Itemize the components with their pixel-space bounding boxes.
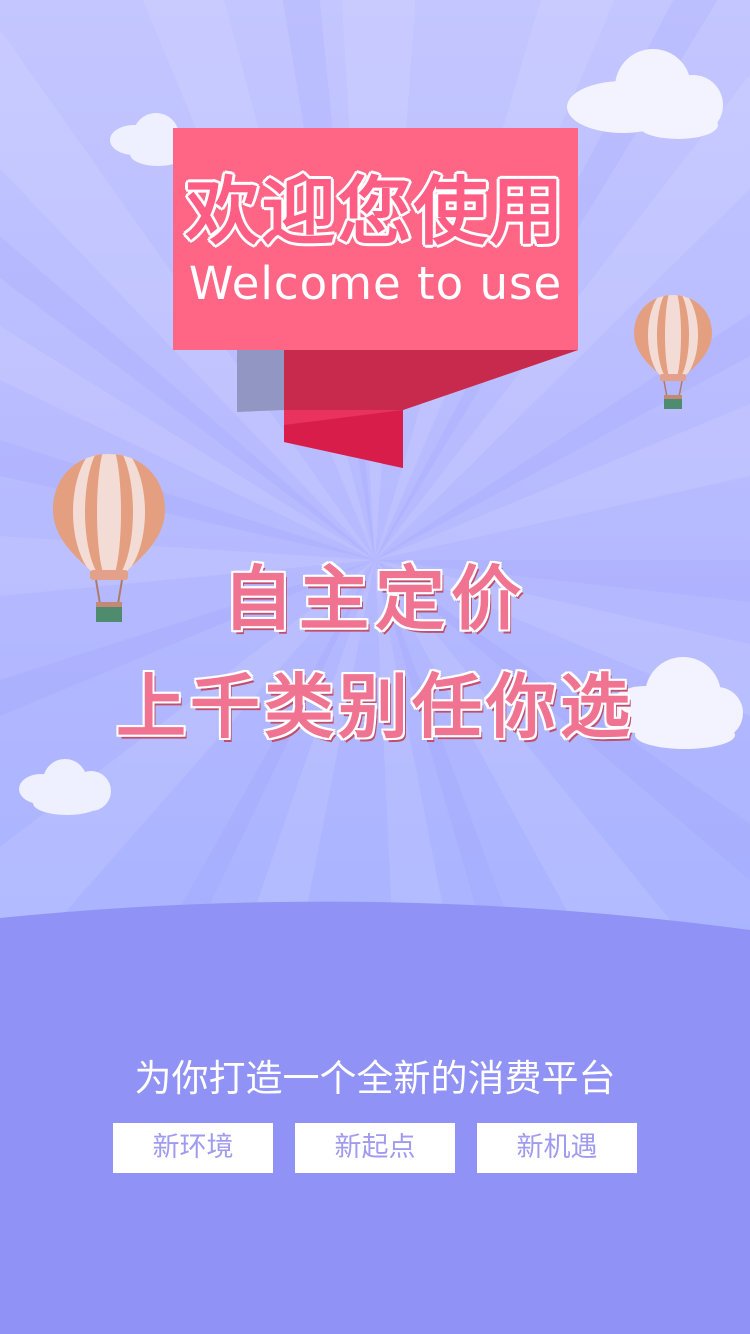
feature-tags: 新环境 新起点 新机遇 — [113, 1123, 638, 1173]
tagline: 为你打造一个全新的消费平台 — [134, 1057, 616, 1100]
tag-new-environment: 新环境 — [113, 1123, 273, 1173]
tag-new-start: 新起点 — [295, 1123, 455, 1173]
welcome-screen: 欢迎您使用 Welcome to use 自主定价 上千类别任你选 为你打造一个… — [0, 0, 750, 1334]
tag-new-opportunity: 新机遇 — [477, 1123, 637, 1173]
